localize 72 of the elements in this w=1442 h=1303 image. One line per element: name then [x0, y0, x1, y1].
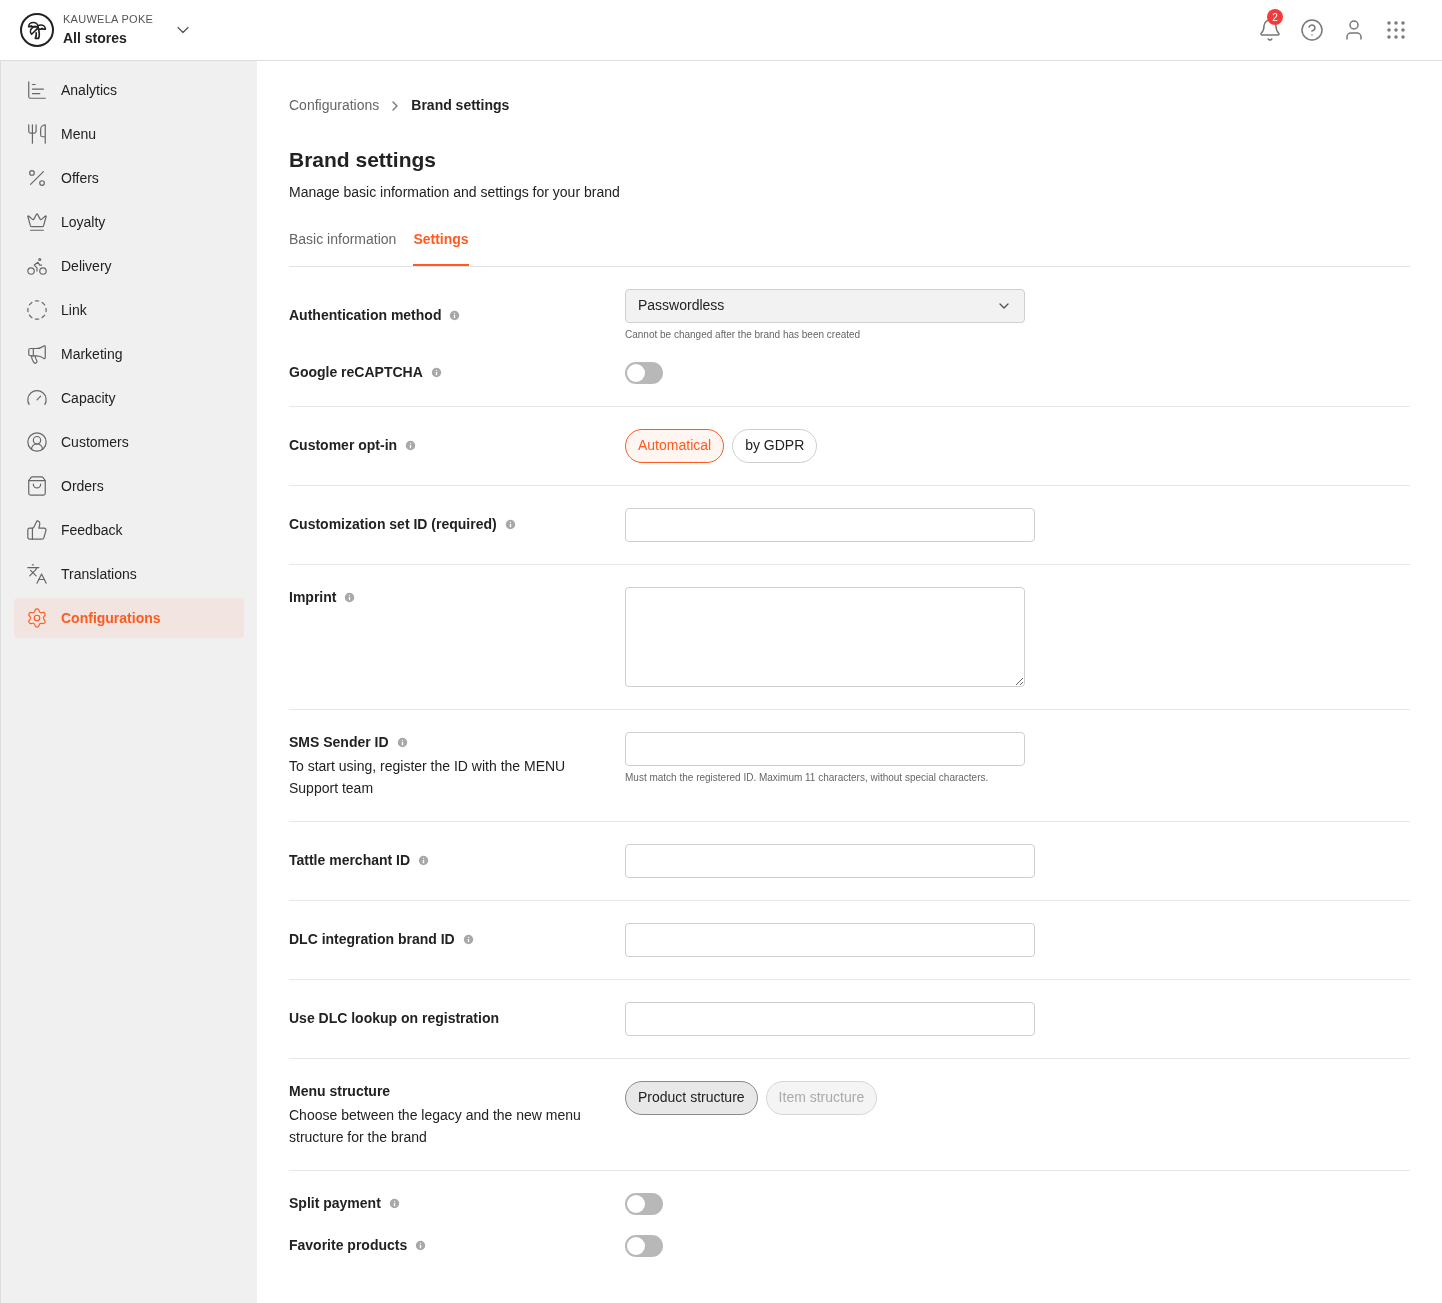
info-icon: [448, 308, 462, 322]
setting-label: Customization set ID (required): [289, 515, 497, 534]
chart-icon: [26, 79, 48, 101]
hint-text: Cannot be changed after the brand has been created: [625, 327, 862, 342]
notification-badge: 2: [1267, 9, 1283, 25]
store-name: All stores: [63, 28, 128, 48]
dropdown[interactable]: Passwordless: [625, 288, 1025, 323]
setting-label: Split payment: [289, 1194, 381, 1213]
setting-label: Google reCAPTCHA: [289, 363, 423, 382]
text-area[interactable]: [625, 586, 1025, 687]
setting-label: Imprint: [289, 587, 337, 607]
info-icon: [414, 1239, 428, 1252]
tab[interactable]: Basic information: [289, 228, 397, 266]
input-field[interactable]: [625, 507, 1035, 542]
input-field[interactable]: [625, 731, 1025, 766]
sidebar-item[interactable]: Capacity: [14, 378, 244, 418]
setting-label: Authentication method: [289, 305, 442, 325]
option-pill[interactable]: by GDPR: [732, 428, 818, 463]
page-title: Brand settings: [289, 147, 438, 173]
thumbs-up-icon: [26, 519, 48, 541]
option-pill[interactable]: Product structure: [625, 1080, 758, 1115]
brand-name: KAUWELA POKE: [63, 12, 154, 28]
info-icon: [343, 590, 357, 604]
settings-icon: [26, 607, 48, 629]
setting-label: Menu structure: [289, 1081, 391, 1101]
info-icon: [417, 854, 431, 867]
help-icon[interactable]: [1300, 18, 1324, 42]
crown-icon: [26, 211, 48, 233]
cutlery-icon: [26, 123, 48, 145]
setting-label: Use DLC lookup on registration: [289, 1009, 499, 1028]
setting-description: To start using, register the ID with the MENU Support team: [289, 756, 567, 798]
sidebar-item[interactable]: Delivery: [14, 246, 244, 286]
hint-text: Must match the registered ID. Maximum 11 characters, without special characters.: [625, 770, 990, 785]
setting-label: Favorite products: [289, 1236, 408, 1255]
sidebar-item[interactable]: Offers: [14, 158, 244, 198]
sidebar-item[interactable]: Link: [14, 290, 244, 330]
info-icon: [387, 1197, 401, 1210]
info-icon: [429, 366, 443, 379]
user-circle-icon: [26, 431, 48, 453]
sidebar-item[interactable]: Customers: [14, 422, 244, 462]
sidebar-item[interactable]: Feedback: [14, 510, 244, 550]
page-subtitle: Manage basic information and settings for your brand: [289, 182, 621, 202]
toggle-switch[interactable]: [625, 361, 663, 384]
setting-label: Customer opt-in: [289, 436, 398, 455]
sidebar-item[interactable]: Menu: [14, 114, 244, 154]
input-field[interactable]: [625, 1001, 1035, 1036]
translate-icon: [26, 563, 48, 585]
dashed-circle-icon: [26, 299, 48, 321]
sidebar-item[interactable]: Orders: [14, 466, 244, 506]
bicycle-icon: [26, 255, 48, 277]
info-icon: [461, 933, 475, 946]
info-icon: [395, 735, 409, 749]
percent-icon: [26, 167, 48, 189]
palm-logo-icon: [20, 13, 54, 47]
info-icon: [404, 439, 418, 452]
info-icon: [503, 518, 517, 531]
setting-label: Tattle merchant ID: [289, 851, 411, 870]
apps-grid-icon[interactable]: [1384, 18, 1408, 42]
toggle-switch[interactable]: [625, 1192, 663, 1215]
breadcrumb-link[interactable]: Configurations: [289, 95, 380, 116]
input-field[interactable]: [625, 843, 1035, 878]
setting-description: Choose between the legacy and the new menu structure for the brand: [289, 1105, 582, 1147]
megaphone-icon: [26, 343, 48, 365]
sidebar-item[interactable]: Marketing: [14, 334, 244, 374]
sidebar-item[interactable]: Translations: [14, 554, 244, 594]
toggle-switch[interactable]: [625, 1234, 663, 1257]
sidebar-item[interactable]: Loyalty: [14, 202, 244, 242]
setting-label: DLC integration brand ID: [289, 930, 455, 949]
bag-icon: [26, 475, 48, 497]
setting-label: SMS Sender ID: [289, 732, 389, 752]
sidebar-item[interactable]: Analytics: [14, 70, 244, 110]
input-field[interactable]: [625, 922, 1035, 957]
